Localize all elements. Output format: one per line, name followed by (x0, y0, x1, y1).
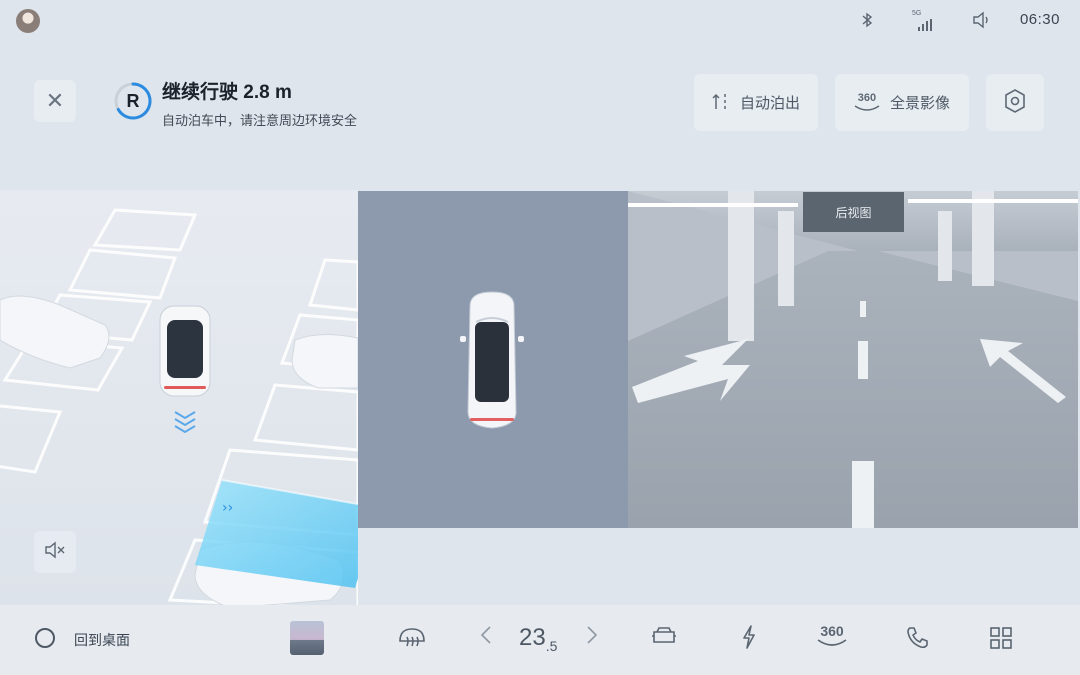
chevron-left-icon (480, 626, 491, 644)
home-circle-icon[interactable] (35, 628, 55, 648)
view-360-text: 360 (820, 623, 844, 639)
clock: 06:30 (1019, 11, 1060, 28)
status-bar: 5G 06:30 (0, 0, 1080, 42)
temperature-display: 23.5 (519, 624, 557, 654)
camera-view-label: 后视图 (803, 192, 904, 232)
volume-icon[interactable] (972, 11, 992, 32)
top-down-view (358, 191, 628, 528)
surround-360-icon: 360 (854, 93, 880, 112)
parking-title: 继续行驶 2.8 m (162, 82, 292, 103)
bluetooth-icon (860, 12, 874, 31)
temperature-main: 23 (519, 624, 546, 651)
parking-subtitle: 自动泊车中，请注意周边环境安全 (162, 113, 358, 128)
temperature-decimal: .5 (545, 637, 558, 654)
park-out-icon (712, 91, 730, 114)
settings-button[interactable] (986, 74, 1044, 131)
network-label: 5G (912, 10, 922, 17)
view-360-button[interactable]: 360 (816, 624, 848, 648)
close-icon: ✕ (45, 88, 65, 113)
gear-letter: R (126, 90, 140, 111)
mute-icon (44, 541, 66, 564)
home-label[interactable]: 回到桌面 (74, 630, 130, 650)
surround-view-button[interactable]: 360 全景影像 (835, 74, 969, 131)
close-button[interactable]: ✕ (34, 80, 76, 122)
svg-text:››: ›› (222, 500, 233, 516)
lightning-icon (743, 625, 755, 649)
apps-grid-icon (990, 627, 1012, 649)
settings-icon (1004, 88, 1026, 117)
gear-indicator: R (113, 81, 153, 121)
avatar[interactable] (16, 9, 40, 33)
surround-view-label: 全景影像 (889, 95, 950, 112)
wallpaper-thumbnail[interactable] (290, 621, 324, 655)
seat-button[interactable] (650, 626, 678, 653)
rear-defrost-button[interactable] (397, 625, 427, 654)
charging-button[interactable] (740, 624, 758, 655)
seat-icon (652, 627, 676, 643)
phone-icon (907, 627, 928, 649)
rear-defrost-icon (399, 628, 425, 647)
park-out-label: 自动泊出 (739, 95, 800, 112)
phone-button[interactable] (905, 626, 929, 655)
mute-button[interactable] (34, 531, 76, 573)
surround-icon-text: 360 (857, 92, 877, 104)
rear-camera-view (628, 191, 1078, 528)
temp-down-button[interactable] (480, 625, 492, 650)
view-360-icon (817, 639, 847, 646)
signal-icon: 5G (912, 10, 934, 34)
chevron-right-icon (587, 626, 598, 644)
temp-up-button[interactable] (586, 625, 598, 650)
park-out-button[interactable]: 自动泊出 (694, 74, 818, 131)
apps-button[interactable] (990, 627, 1012, 654)
